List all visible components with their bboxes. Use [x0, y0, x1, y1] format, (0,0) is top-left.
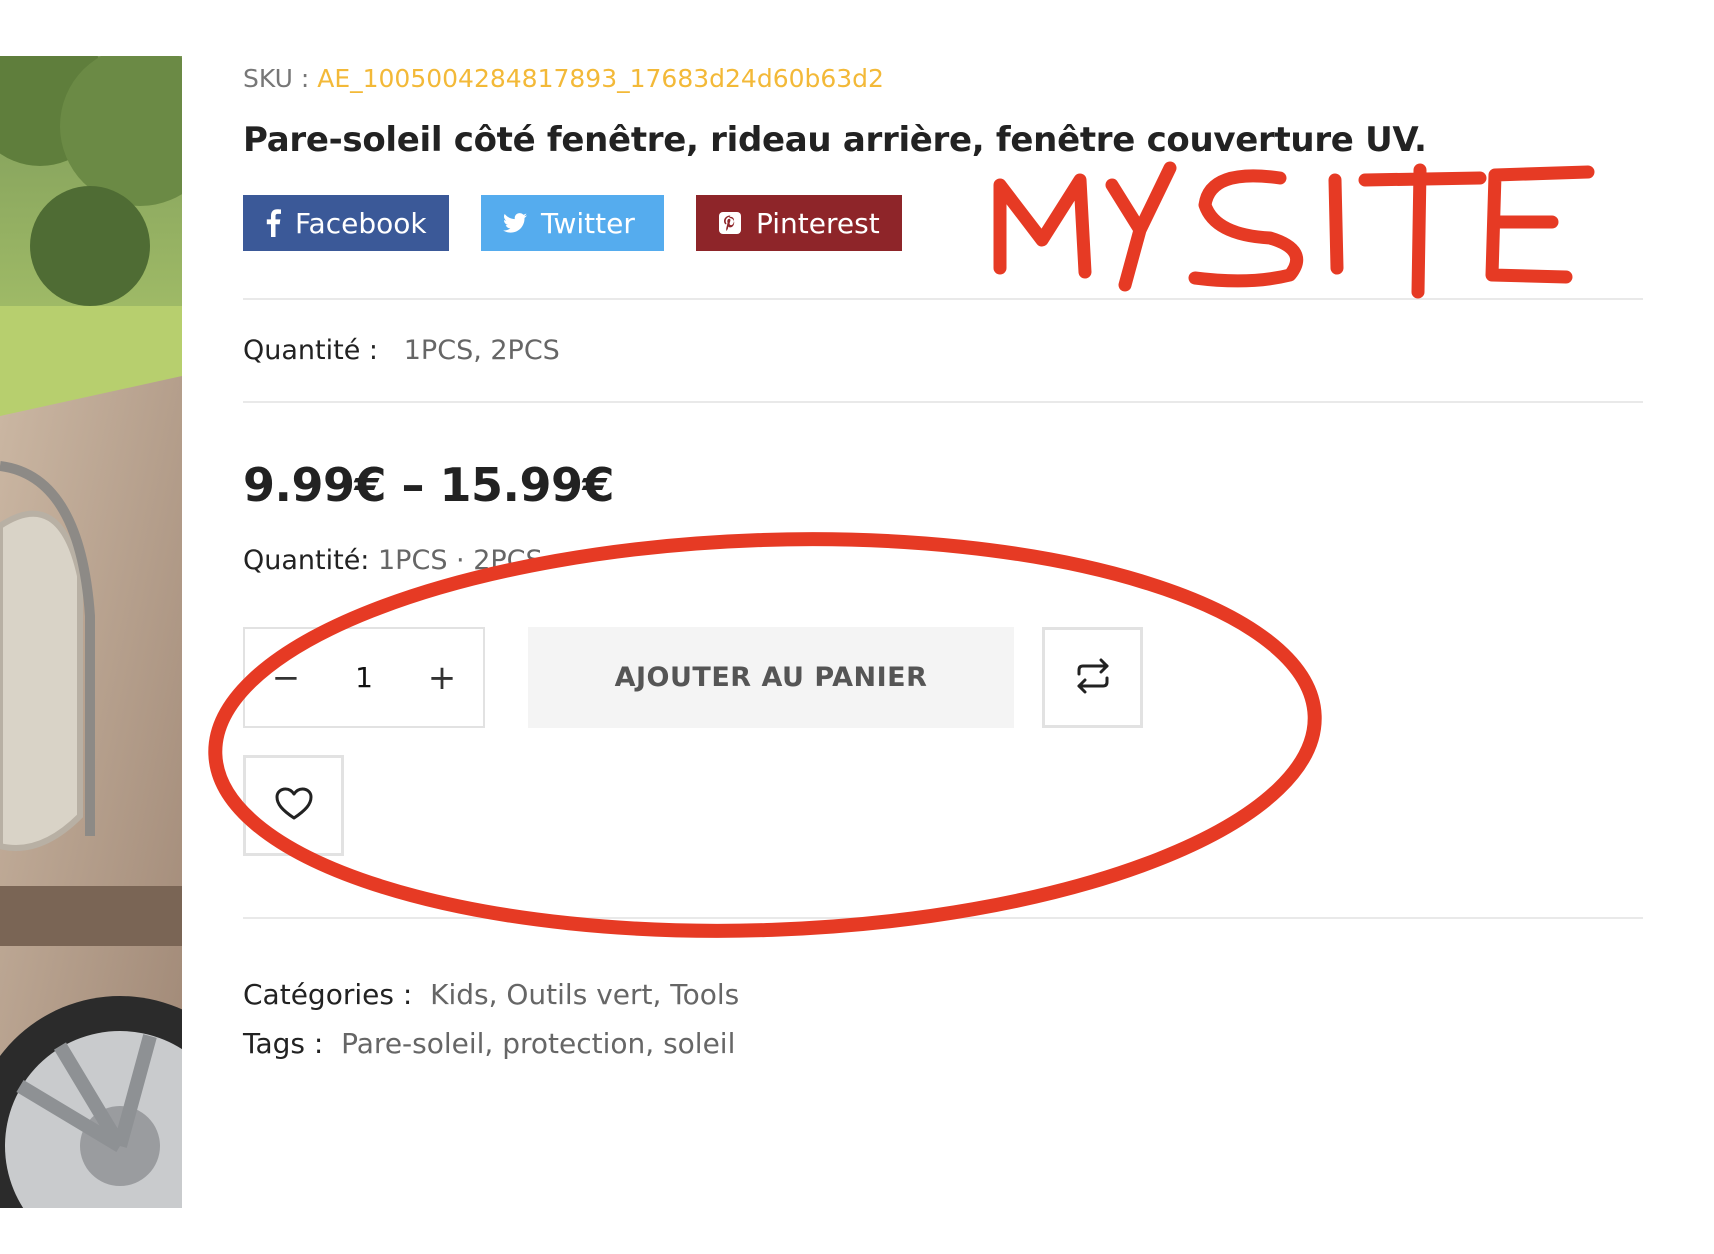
quantity-input[interactable]: 1	[355, 661, 373, 694]
divider	[243, 401, 1643, 403]
wishlist-button[interactable]	[243, 755, 344, 856]
categories-links[interactable]: Kids, Outils vert, Tools	[430, 978, 739, 1011]
variation-selector[interactable]: Quantité: 1PCS · 2PCS	[243, 545, 543, 576]
twitter-label: Twitter	[541, 206, 635, 240]
product-title: Pare-soleil côté fenêtre, rideau arrière…	[243, 120, 1427, 160]
product-image[interactable]	[0, 56, 182, 1208]
highlight-circle	[208, 532, 1322, 938]
categories-line: Catégories : Kids, Outils vert, Tools	[243, 978, 739, 1011]
pinterest-icon	[718, 211, 742, 235]
variation-options[interactable]: 1PCS · 2PCS	[378, 545, 543, 576]
quantity-attribute-label: Quantité :	[243, 335, 378, 366]
facebook-icon	[265, 209, 281, 237]
twitter-icon	[503, 211, 527, 235]
variation-label: Quantité:	[243, 545, 370, 576]
decrease-quantity-button[interactable]: −	[271, 658, 301, 698]
quantity-stepper[interactable]: − 1 +	[243, 627, 485, 728]
pinterest-label: Pinterest	[756, 206, 880, 240]
sku-line: SKU : AE_1005004284817893_17683d24d60b63…	[243, 64, 884, 93]
facebook-label: Facebook	[295, 206, 427, 240]
divider	[243, 917, 1643, 919]
price-range: 9.99€ – 15.99€	[243, 458, 615, 512]
sku-value: AE_1005004284817893_17683d24d60b63d2	[317, 64, 884, 93]
share-buttons: Facebook Twitter Pinterest	[243, 195, 902, 251]
tags-links[interactable]: Pare-soleil, protection, soleil	[341, 1027, 735, 1060]
quantity-attribute-value: 1PCS, 2PCS	[403, 335, 560, 366]
twitter-share-button[interactable]: Twitter	[481, 195, 664, 251]
car-photo	[0, 56, 182, 1208]
divider	[243, 298, 1643, 300]
quantity-attribute: Quantité : 1PCS, 2PCS	[243, 335, 560, 366]
my-site-handwriting	[993, 161, 1595, 299]
heart-icon	[274, 786, 314, 826]
tags-label: Tags :	[243, 1027, 324, 1060]
compare-icon	[1073, 658, 1113, 698]
compare-button[interactable]	[1042, 627, 1143, 728]
categories-label: Catégories :	[243, 978, 413, 1011]
add-to-cart-button[interactable]: AJOUTER AU PANIER	[528, 627, 1014, 728]
facebook-share-button[interactable]: Facebook	[243, 195, 449, 251]
tags-line: Tags : Pare-soleil, protection, soleil	[243, 1027, 735, 1060]
increase-quantity-button[interactable]: +	[427, 658, 457, 698]
pinterest-share-button[interactable]: Pinterest	[696, 195, 902, 251]
sku-label: SKU :	[243, 64, 310, 93]
